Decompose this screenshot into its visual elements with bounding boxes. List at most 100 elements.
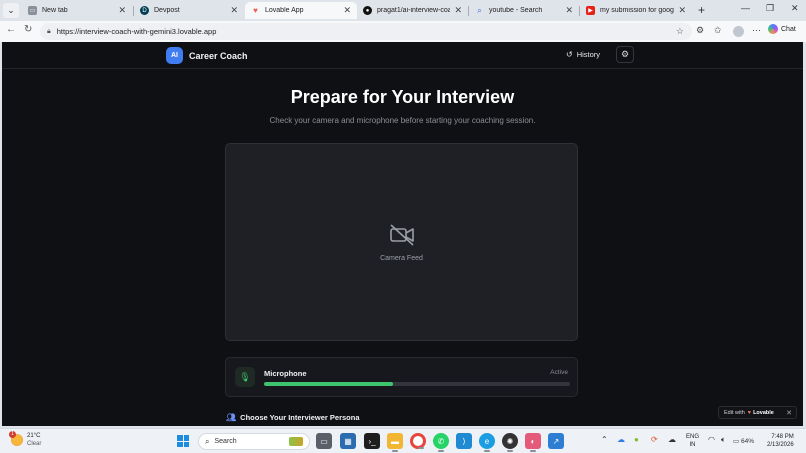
app-pinned-icon[interactable]: ◐ (525, 433, 541, 452)
file-explorer-icon[interactable]: ▬ (387, 433, 403, 452)
reload-icon[interactable]: ↻ (24, 24, 32, 35)
address-bar[interactable]: 🔒︎ https://interview-coach-with-gemini3.… (40, 23, 692, 40)
close-tab-icon[interactable]: ✕ (565, 5, 573, 16)
back-arrow-icon[interactable]: ← (6, 24, 16, 35)
camera-preview: Camera Feed (225, 143, 578, 341)
extension-icon[interactable]: ⚙ (696, 25, 704, 36)
app-header: AI Career Coach ↺ History ⚙ (2, 42, 803, 69)
terminal-icon[interactable]: ›_ (364, 433, 380, 449)
history-label: History (576, 50, 601, 59)
close-tab-icon[interactable]: ✕ (343, 5, 351, 16)
speaker-muted-icon[interactable]: 🔈︎ (721, 435, 726, 445)
tab-new-tab[interactable]: ▭ New tab ✕ (22, 2, 132, 19)
lovable-brand-text: Lovable (753, 409, 774, 416)
weather-temperature: 21°C (27, 433, 41, 439)
lovable-heart-icon: ♥ (747, 409, 752, 416)
more-options-icon[interactable]: ⋯ (752, 25, 761, 36)
page-title: Prepare for Your Interview (290, 87, 515, 107)
close-tab-icon[interactable]: ✕ (118, 5, 126, 16)
history-icon: ↺ (566, 50, 573, 59)
microphone-level-track (264, 382, 570, 386)
language-code: ENG (686, 434, 700, 440)
tray-app-icon[interactable]: ● (634, 435, 639, 444)
tab-lovable-app[interactable]: ♥ Lovable App ✕ (245, 2, 357, 19)
weather-alert-badge: 1 (9, 431, 16, 438)
close-tab-icon[interactable]: ✕ (454, 5, 462, 16)
tab-title: Devpost (154, 7, 180, 14)
favorites-icon[interactable]: ✩ (714, 25, 722, 36)
restore-window-icon[interactable]: ❐ (766, 3, 774, 14)
whatsapp-icon[interactable]: ✆ (433, 433, 449, 452)
tray-cloud-icon[interactable]: ☁ (668, 435, 676, 444)
tab-actions-menu-button[interactable]: ⌄ (3, 3, 19, 18)
browser-tab-strip: ⌄ ▭ New tab ✕ D Devpost ✕ ♥ Lovable App … (0, 0, 806, 21)
vscode-icon[interactable]: ⟩ (456, 433, 472, 449)
tab-title: New tab (42, 7, 68, 14)
favorite-star-icon[interactable]: ☆ (676, 26, 684, 37)
tray-sync-icon[interactable]: ⟳ (651, 435, 658, 444)
search-highlight-icon (289, 437, 303, 446)
input-language-indicator[interactable]: ENG IN (686, 433, 699, 449)
window-icon: ▭ (28, 6, 37, 15)
microphone-level-fill (264, 382, 393, 386)
minimize-icon[interactable]: — (741, 3, 750, 13)
microphone-status: Active (550, 369, 568, 376)
windows-taskbar: 1 21°C Clear ⌕ Search ▭ ▦ ›_ ▬ ✆ ⟩ e ✺ ◐… (0, 428, 806, 453)
search-icon: ⌕ (477, 5, 482, 15)
chat-label: Chat (781, 25, 796, 33)
wifi-icon[interactable]: ◠ (708, 435, 715, 444)
pinned-app-icon[interactable]: ↗ (548, 433, 564, 449)
brand-badge: AI (166, 47, 183, 64)
search-label: Search (214, 438, 237, 445)
copilot-logo-icon (768, 24, 778, 34)
persona-section-heading: 👥︎ Choose Your Interviewer Persona (226, 413, 360, 422)
show-hidden-icons-chevron[interactable]: ⌃ (601, 435, 608, 444)
tab-title: my submission for google ge (600, 7, 674, 14)
url-text[interactable]: https://interview-coach-with-gemini3.lov… (57, 27, 676, 36)
weather-condition: Clear (27, 441, 42, 447)
copilot-chat-button[interactable]: Chat (768, 24, 796, 34)
page-subtitle: Check your camera and microphone before … (269, 116, 536, 125)
clock-date: 2/13/2026 (767, 442, 794, 448)
windows-start-icon[interactable] (177, 435, 189, 447)
weather-widget[interactable]: 1 21°C Clear (9, 431, 42, 448)
tab-youtube-search[interactable]: ⌕ youtube - Search ✕ (469, 2, 579, 19)
gear-icon: ⚙ (620, 49, 630, 59)
youtube-icon: ▶ (586, 6, 595, 15)
app-brand[interactable]: AI Career Coach (166, 47, 248, 64)
close-tab-icon[interactable]: ✕ (230, 5, 238, 16)
onedrive-icon[interactable]: ☁ (617, 435, 625, 444)
site-info-lock-icon[interactable]: 🔒︎ (47, 28, 51, 36)
battery-indicator[interactable]: ▭ 64% (733, 437, 754, 445)
edge-icon[interactable]: e (479, 433, 495, 452)
chrome-icon[interactable] (410, 433, 426, 449)
clock-time: 7:48 PM (771, 434, 794, 440)
edit-with-lovable-badge[interactable]: Edit with ♥ Lovable ✕ (718, 406, 797, 419)
chatgpt-icon[interactable]: ✺ (502, 433, 518, 452)
devpost-icon: D (140, 6, 149, 15)
tab-title: pragat1/ai-interview-coach (377, 7, 451, 14)
battery-percent: 64% (740, 438, 754, 445)
tab-youtube-video[interactable]: ▶ my submission for google ge ✕ (580, 2, 692, 19)
camera-off-icon (390, 224, 414, 246)
users-icon: 👥︎ (226, 413, 237, 422)
store-icon[interactable]: ▦ (340, 433, 356, 449)
github-icon: ● (363, 6, 372, 15)
camera-feed-label: Camera Feed (380, 255, 423, 262)
close-tab-icon[interactable]: ✕ (678, 5, 686, 16)
close-window-icon[interactable]: ✕ (791, 3, 799, 14)
tab-title: Lovable App (265, 7, 304, 14)
tab-title: youtube - Search (489, 7, 543, 14)
tab-github-repo[interactable]: ● pragat1/ai-interview-coach ✕ (357, 2, 468, 19)
history-button[interactable]: ↺ History (566, 50, 600, 59)
system-clock[interactable]: 7:48 PM 2/13/2026 (767, 433, 794, 449)
battery-icon: ▭ (733, 438, 740, 445)
close-badge-icon[interactable]: ✕ (786, 409, 792, 417)
web-page: AI Career Coach ↺ History ⚙ Prepare for … (2, 42, 803, 426)
new-tab-button[interactable]: + (698, 3, 705, 17)
settings-button[interactable]: ⚙ (616, 46, 634, 63)
task-view-icon[interactable]: ▭ (316, 433, 332, 449)
taskbar-search-box[interactable]: ⌕ Search (198, 433, 310, 450)
tab-devpost[interactable]: D Devpost ✕ (134, 2, 244, 19)
profile-avatar[interactable] (733, 26, 744, 37)
